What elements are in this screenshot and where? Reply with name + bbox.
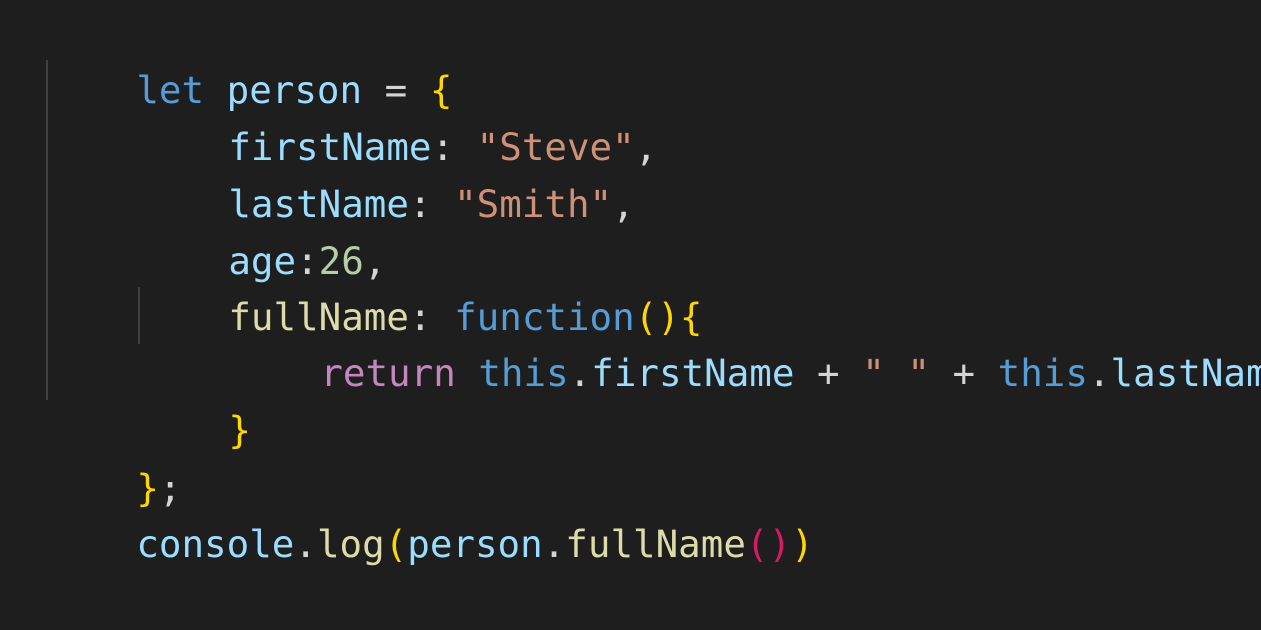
method-fullname-call: fullName xyxy=(565,522,746,566)
code-line-8[interactable]: }; xyxy=(46,403,181,510)
code-line-4[interactable]: age:26, xyxy=(138,176,386,283)
code-line-7[interactable]: } xyxy=(138,345,251,452)
dot: . xyxy=(1087,351,1111,395)
dot: . xyxy=(294,522,317,566)
colon: : xyxy=(408,182,455,226)
object-console: console xyxy=(136,522,295,566)
code-line-1[interactable]: let person = { xyxy=(46,5,452,112)
code-line-9[interactable]: console.log(person.fullName()) xyxy=(46,459,813,566)
call-open-paren: ( xyxy=(745,522,769,566)
string-smith: "Smith" xyxy=(454,182,613,226)
keyword-this: this xyxy=(997,351,1088,395)
code-editor[interactable]: let person = { firstName: "Steve", lastN… xyxy=(0,0,1261,566)
property-firstname-ref: firstName xyxy=(591,351,795,395)
plus-operator: + xyxy=(929,351,998,395)
method-log: log xyxy=(316,522,385,566)
dot: . xyxy=(542,522,566,566)
close-brace: } xyxy=(228,408,251,452)
code-line-3[interactable]: lastName: "Smith", xyxy=(138,119,634,226)
keyword-this: this xyxy=(478,351,569,395)
code-line-5[interactable]: fullName: function(){ xyxy=(138,232,702,339)
code-line-2[interactable]: firstName: "Steve", xyxy=(138,62,657,169)
string-space: " " xyxy=(862,351,930,395)
open-paren: ( xyxy=(384,522,408,566)
keyword-return: return xyxy=(320,351,456,395)
variable-person-ref: person xyxy=(407,522,543,566)
code-line-6[interactable]: return this.firstName + " " + this.lastN… xyxy=(230,288,1261,395)
call-close-paren: ) xyxy=(768,522,792,566)
comma: , xyxy=(612,182,635,226)
plus-operator: + xyxy=(794,351,863,395)
close-paren: ) xyxy=(791,522,814,566)
comma: , xyxy=(634,125,658,169)
dot: . xyxy=(568,351,592,395)
property-lastname-ref: lastName xyxy=(1110,351,1261,395)
